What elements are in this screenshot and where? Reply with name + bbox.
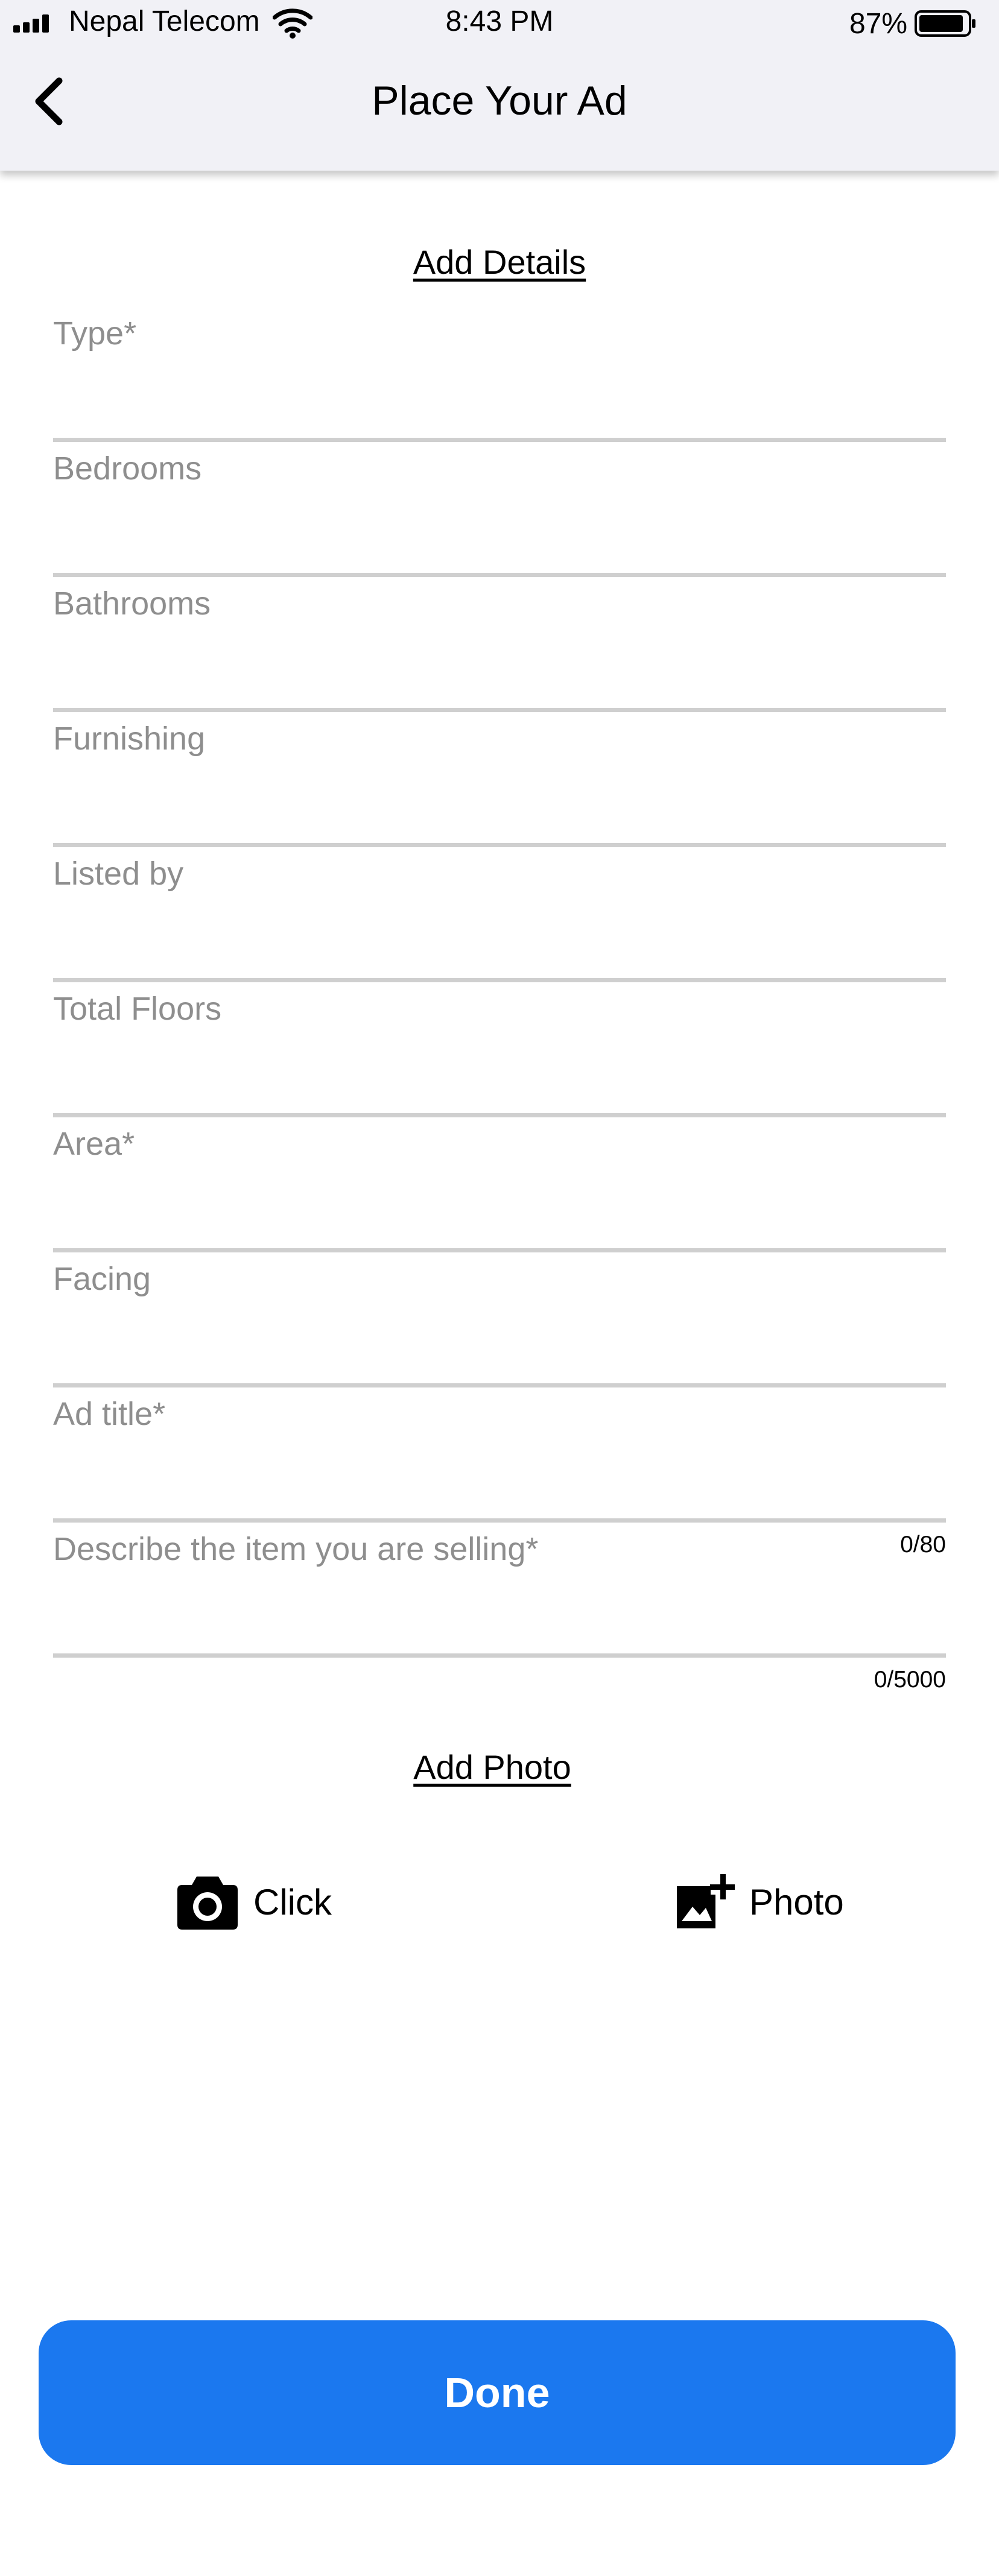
add-photo-heading: Add Photo [413, 1748, 571, 1786]
add-details-heading: Add Details [413, 243, 586, 281]
description-counter: 0/5000 [874, 1667, 946, 1693]
bathrooms-field[interactable]: Bathrooms [53, 573, 946, 712]
ad-title-field[interactable]: Ad title* [53, 1383, 946, 1523]
status-bar: Nepal Telecom 8:43 PM 87% [0, 0, 999, 48]
field-label: Listed by [53, 856, 184, 892]
photo-label: Photo [749, 1881, 844, 1922]
description-field[interactable]: Describe the item you are selling* [53, 1518, 946, 1658]
area-field[interactable]: Area* [53, 1113, 946, 1252]
bedrooms-field[interactable]: Bedrooms [53, 438, 946, 577]
field-label: Ad title* [53, 1396, 166, 1432]
click-label: Click [253, 1881, 332, 1922]
field-label: Total Floors [53, 991, 222, 1027]
field-label: Facing [53, 1261, 151, 1297]
add-photo-icon [677, 1874, 735, 1928]
listed-by-field[interactable]: Listed by [53, 843, 946, 982]
choose-photo-button[interactable]: Photo [672, 1870, 844, 1933]
field-label: Bedrooms [53, 450, 202, 487]
click-photo-button[interactable]: Click [176, 1873, 332, 1931]
done-button[interactable]: Done [39, 2320, 956, 2465]
field-label: Furnishing [53, 721, 206, 757]
battery-icon [915, 10, 975, 37]
app-header: Nepal Telecom 8:43 PM 87% Place Your Ad [0, 0, 999, 171]
field-label: Describe the item you are selling* [53, 1531, 539, 1567]
total-floors-field[interactable]: Total Floors [53, 978, 946, 1117]
type-field[interactable]: Type* [53, 303, 946, 442]
furnishing-field[interactable]: Furnishing [53, 708, 946, 847]
field-label: Type* [53, 315, 137, 352]
field-label: Area* [53, 1126, 135, 1162]
camera-icon [177, 1877, 238, 1930]
page-title: Place Your Ad [372, 78, 627, 124]
field-label: Bathrooms [53, 586, 211, 622]
facing-field[interactable]: Facing [53, 1248, 946, 1387]
battery-percent: 87% [849, 8, 908, 40]
